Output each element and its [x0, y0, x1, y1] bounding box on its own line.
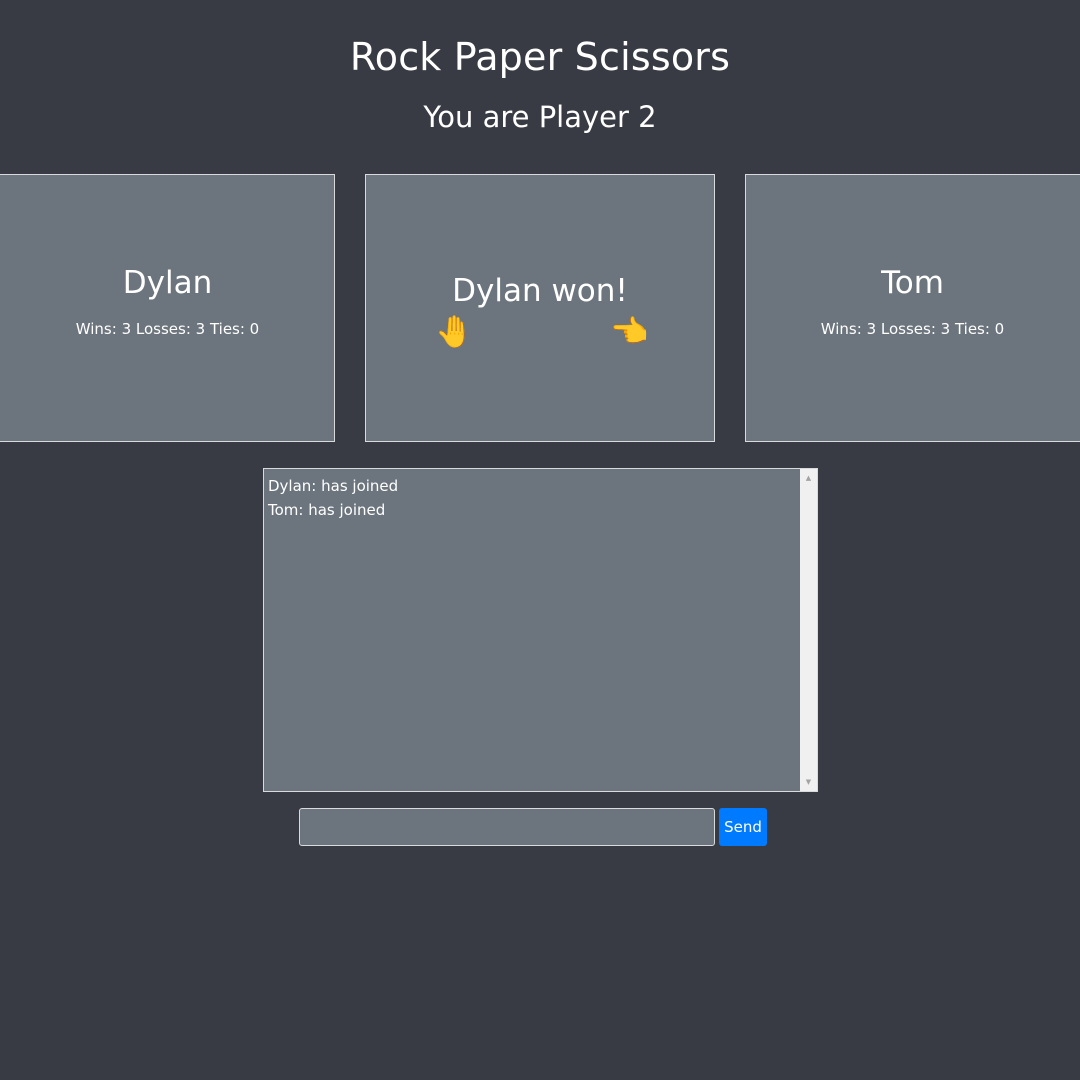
player-subtitle: You are Player 2: [423, 100, 657, 134]
player-stats: Wins: 3 Losses: 3 Ties: 0: [75, 320, 260, 338]
backhand-index-pointing-left-icon: 👈: [610, 314, 649, 350]
chat-scrollbar[interactable]: ▲ ▼: [800, 469, 817, 791]
chat-log[interactable]: Dylan: has joined Tom: has joined ▲ ▼: [263, 468, 818, 792]
send-button[interactable]: Send: [719, 808, 767, 846]
chat-message: Tom: has joined: [268, 501, 386, 519]
player-card-dylan: Dylan Wins: 3 Losses: 3 Ties: 0: [0, 174, 335, 442]
player-name: Dylan: [122, 265, 213, 301]
chat-message: Dylan: has joined: [268, 477, 399, 495]
scroll-up-arrow-icon[interactable]: ▲: [800, 471, 817, 485]
page-title: Rock Paper Scissors: [349, 35, 731, 79]
player-name: Tom: [881, 265, 944, 301]
result-text: Dylan won!: [452, 273, 628, 309]
player-stats: Wins: 3 Losses: 3 Ties: 0: [820, 320, 1005, 338]
message-input[interactable]: [299, 808, 715, 846]
scroll-down-arrow-icon[interactable]: ▼: [800, 775, 817, 789]
raised-back-of-hand-icon: 🤚: [435, 314, 474, 350]
chat-messages: Dylan: has joined Tom: has joined: [268, 474, 798, 522]
result-card: Dylan won! 🤚 👈: [365, 174, 715, 442]
player-card-tom: Tom Wins: 3 Losses: 3 Ties: 0: [745, 174, 1080, 442]
